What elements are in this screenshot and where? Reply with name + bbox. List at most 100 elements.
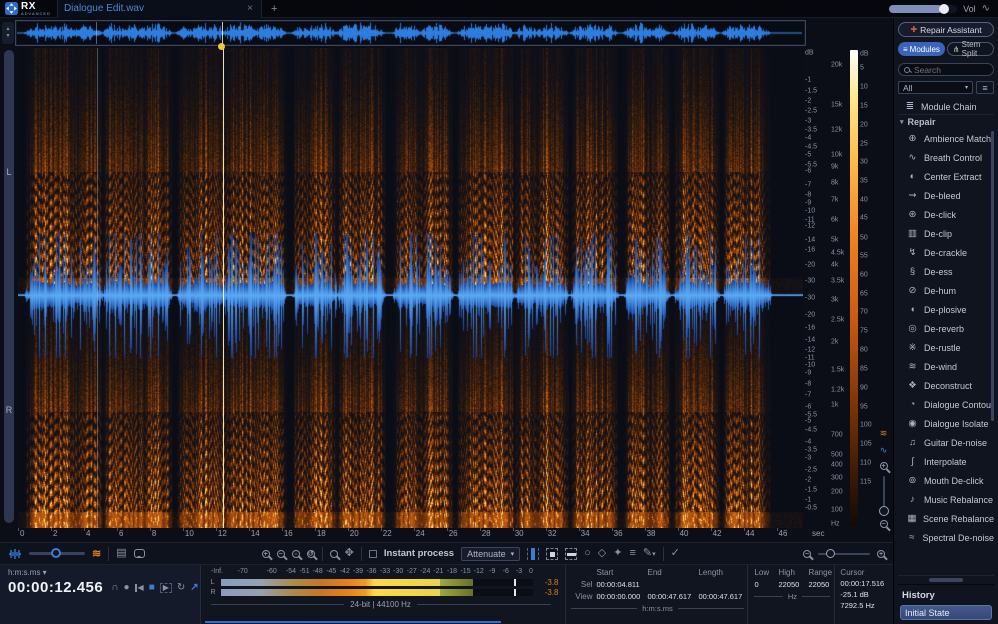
repair-assistant-label: Repair Assistant [920,25,981,35]
module-item-de-plosive[interactable]: ◖De-plosive [898,300,994,319]
module-item-mouth-de-click[interactable]: ⊚Mouth De-click [898,471,994,490]
amplitude-tick: -0.5 [805,504,817,511]
playhead-marker-dot[interactable] [218,43,225,50]
repair-assistant-button[interactable]: ✚ Repair Assistant [898,22,994,37]
commit-check-icon[interactable]: ✓ [671,548,680,559]
pen-tool[interactable]: ✎▾ [643,548,656,559]
overview-canvas[interactable] [17,22,802,44]
module-item-center-extract[interactable]: ◐Center Extract [898,167,994,186]
module-item-music-rebalance[interactable]: ♪Music Rebalance [898,490,994,509]
module-item-spectral-de-noise[interactable]: ≈Spectral De-noise [898,528,994,547]
waveform-mode-icon[interactable]: ∿ [880,445,888,456]
module-item-de-bleed[interactable]: ⇝De-bleed [898,186,994,205]
module-item-de-clip[interactable]: ▥De-clip [898,224,994,243]
spectrogram-blend-icon[interactable]: ≋ [92,547,101,560]
lasso-selection-tool[interactable]: ○ [584,548,591,559]
module-list-scrollbar[interactable] [991,131,994,421]
module-label: Music Rebalance [924,495,993,505]
send-back-button[interactable]: ↗ [190,583,198,593]
repair-section-header[interactable]: ▾ Repair [898,115,994,129]
annotations-icon[interactable] [134,549,145,558]
h-zoom-out-icon[interactable]: − [803,550,811,558]
play-button[interactable]: ▶ [160,583,172,593]
dialogue-isolate-icon: ◉ [906,418,919,429]
zoom-in-icon[interactable]: + [262,550,270,558]
file-tab[interactable]: Dialogue Edit.wav × [57,0,262,18]
time-selection-tool[interactable] [527,548,539,560]
horizontal-zoom-slider[interactable] [818,553,870,555]
module-search[interactable] [898,63,994,76]
vertical-zoom-out-icon[interactable]: − [880,520,888,528]
horizontal-zoom-knob[interactable] [826,549,835,558]
stop-button[interactable]: ■ [149,583,155,593]
module-item-de-reverb[interactable]: ◎De-reverb [898,319,994,338]
module-item-dialogue-contour[interactable]: ◔Dialogue Contour [898,395,994,414]
add-tab-button[interactable]: + [262,3,286,15]
playhead-line[interactable] [223,48,224,528]
process-mode-dropdown[interactable]: Attenuate ▾ [461,547,520,561]
instant-process-checkbox[interactable] [369,550,377,558]
volume-slider-knob[interactable] [939,4,949,14]
signal-generator-icon[interactable]: ∿ [982,3,990,14]
module-item-de-rustle[interactable]: ※De-rustle [898,338,994,357]
zoom-selection-icon[interactable]: ▫ [292,550,300,558]
spectrogram-color-legend[interactable] [850,50,858,526]
frequency-tick: 15k [831,102,842,109]
category-filter-dropdown[interactable]: All ▾ [898,81,973,94]
module-item-deconstruct[interactable]: ❖Deconstruct [898,376,994,395]
h-zoom-in-icon[interactable]: + [877,550,885,558]
vertical-zoom-knob[interactable] [879,506,889,516]
module-item-de-hum[interactable]: ⊘De-hum [898,281,994,300]
magic-wand-tool[interactable]: ✦ [613,548,622,559]
spectrogram-canvas[interactable] [18,48,803,528]
module-item-ambience-match[interactable]: ⊕Ambience Match [898,129,994,148]
sidebar-tab-modules[interactable]: ≡Modules [898,42,945,56]
process-mode-value: Attenuate [467,549,506,559]
wave-spectrogram-blend-slider[interactable] [29,552,85,555]
module-item-interpolate[interactable]: ∫Interpolate [898,452,994,471]
bit-depth-samplerate: 24-bit | 44100 Hz [350,600,411,609]
magnify-tool-icon[interactable] [330,550,338,558]
module-item-guitar-de-noise[interactable]: ♫Guitar De-noise [898,433,994,452]
blend-slider-knob[interactable] [51,548,61,558]
module-item-de-ess[interactable]: §De-ess [898,262,994,281]
sidebar-tab-stem-split[interactable]: ⋔Stem Split [947,42,994,56]
pan-hand-tool-icon[interactable]: ✥ [345,548,354,559]
logo-text: RX [21,2,51,12]
vertical-zoom-in-icon[interactable]: + [880,462,888,470]
time-frequency-selection-tool[interactable] [546,548,558,560]
tab-label: Modules [910,45,940,54]
overview-expand-icon[interactable]: ▲▼ [2,22,14,44]
vertical-zoom-slider[interactable] [883,476,885,514]
go-to-start-button[interactable]: ◀ [135,584,144,592]
history-item[interactable]: Initial State [900,605,992,620]
volume-slider[interactable] [889,5,957,13]
panel-resize-handle[interactable] [898,575,994,584]
module-item-de-wind[interactable]: ≋De-wind [898,357,994,376]
waveform-stats-icon[interactable]: ▤ [116,548,126,559]
level-meters-block[interactable]: -Inf.-70-60-54-51-48-45-42-39-36-33-30-2… [201,565,565,624]
module-item-breath-control[interactable]: ∿Breath Control [898,148,994,167]
channel-scrollbar[interactable] [4,50,14,523]
zoom-reset-icon[interactable]: ↺ [307,550,315,558]
module-item-de-click[interactable]: ⊛De-click [898,205,994,224]
time-ruler[interactable]: 0246810121416182022242628303234363840424… [18,528,803,542]
frequency-selection-tool[interactable] [565,548,577,560]
module-item-scene-rebalance[interactable]: ▦Scene Rebalance [898,509,994,528]
brush-selection-tool[interactable]: ◇ [598,548,606,559]
list-options-button[interactable]: ≡ [976,81,994,94]
waveform-blend-icon[interactable] [8,548,22,560]
zoom-out-icon[interactable]: − [277,550,285,558]
module-item-de-crackle[interactable]: ↯De-crackle [898,243,994,262]
loop-button[interactable]: ↻ [177,583,185,593]
overview-waveform[interactable] [16,21,805,45]
time-format-label[interactable]: h:m:s.ms ▾ [8,568,200,577]
monitor-headphones-icon[interactable]: ∩ [111,583,118,593]
module-item-dialogue-isolate[interactable]: ◉Dialogue Isolate [898,414,994,433]
search-input[interactable] [914,65,984,75]
harmonic-selection-tool[interactable]: ≡ [629,548,635,559]
tab-close-icon[interactable]: × [245,3,255,14]
module-chain-item[interactable]: ≣ Module Chain [898,99,994,115]
spectrogram-mode-icon[interactable]: ≋ [880,428,888,439]
record-button[interactable]: ● [123,583,129,593]
